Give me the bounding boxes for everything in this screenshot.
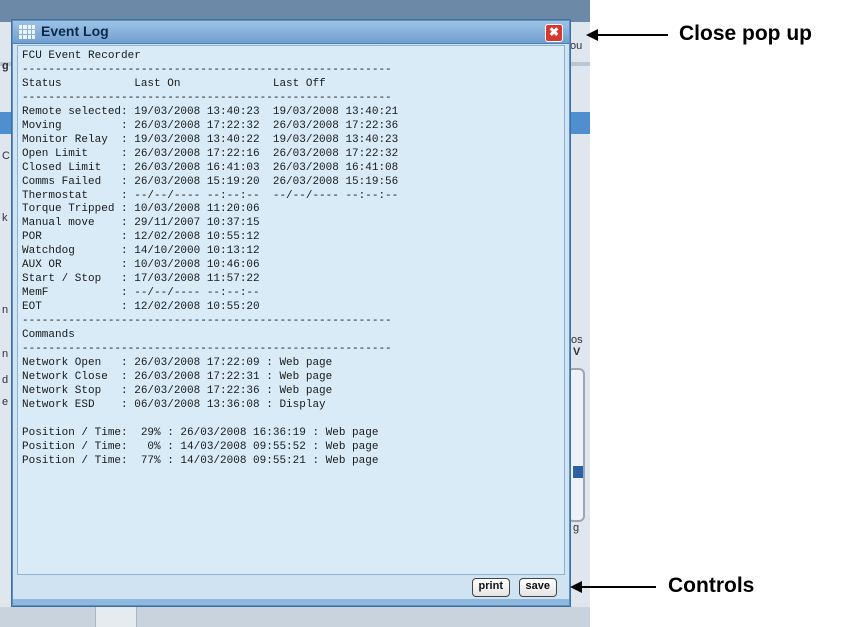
grid-app-icon — [19, 25, 35, 39]
background-status-bar — [0, 607, 590, 627]
background-text: g — [2, 60, 9, 72]
background-text: os — [571, 334, 583, 346]
background-status-cell — [95, 607, 137, 627]
print-button[interactable]: print — [471, 578, 510, 597]
background-toolbar — [0, 0, 590, 22]
background-text: ou — [570, 40, 583, 52]
save-button[interactable]: save — [518, 578, 557, 597]
popup-title: Event Log — [41, 23, 109, 39]
background-left-bar — [0, 112, 12, 134]
background-text: n — [2, 304, 9, 316]
background-text: V — [573, 346, 581, 358]
background-text: k — [2, 212, 8, 224]
close-callout-line — [596, 34, 668, 36]
close-popup-annotation: Close pop up — [679, 22, 812, 45]
background-text: g — [573, 522, 580, 534]
background-text: C — [2, 150, 10, 162]
popup-titlebar[interactable]: Event Log ✖ — [13, 21, 569, 44]
event-log-popup: Event Log ✖ FCU Event Recorder ---------… — [12, 20, 570, 606]
controls-callout-line — [580, 586, 656, 588]
background-text: e — [2, 396, 9, 408]
popup-controls: print save — [17, 577, 563, 597]
close-icon[interactable]: ✖ — [545, 24, 563, 42]
background-text: n — [2, 348, 9, 360]
background-scroll-marker — [573, 466, 583, 478]
event-log-text: FCU Event Recorder ---------------------… — [22, 50, 399, 467]
background-text: d — [2, 374, 9, 386]
popup-footer-bar — [13, 599, 569, 605]
event-log-content: FCU Event Recorder ---------------------… — [17, 45, 565, 575]
controls-annotation: Controls — [668, 574, 755, 597]
